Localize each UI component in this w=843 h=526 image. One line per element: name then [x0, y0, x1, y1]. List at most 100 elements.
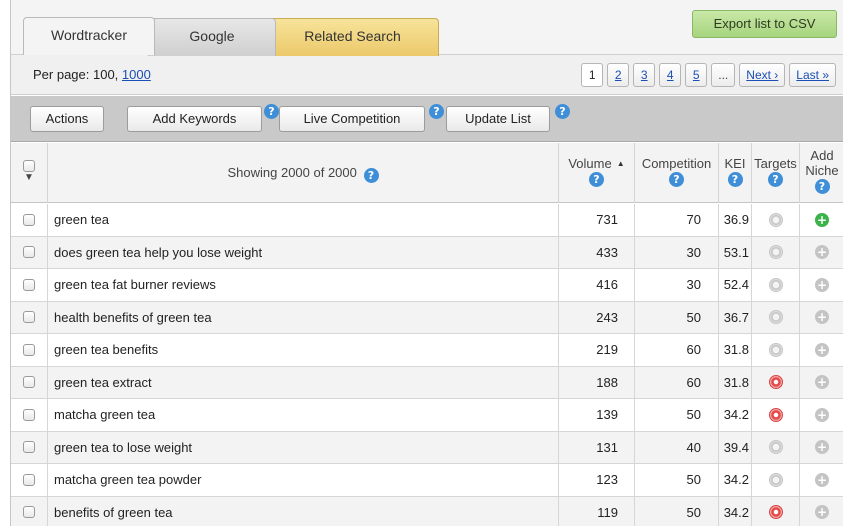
target-icon[interactable]	[768, 472, 783, 487]
add-niche-plus-icon[interactable]: +	[815, 245, 829, 260]
help-icon[interactable]: ?	[429, 104, 444, 119]
table-row: green tea benefits 219 60 31.8 +	[11, 334, 843, 367]
add-niche-plus-icon[interactable]: +	[815, 472, 829, 487]
add-niche-plus-icon[interactable]: +	[815, 505, 829, 520]
competition-column-header[interactable]: Competition ?	[635, 143, 719, 203]
page-1: 1	[581, 63, 604, 87]
tab-bar: Related Search Google Wordtracker Export…	[11, 0, 843, 56]
volume-column-header[interactable]: Volume ▲ ?	[559, 143, 635, 203]
target-cell	[752, 269, 800, 301]
target-icon[interactable]	[768, 375, 783, 390]
add-niche-plus-icon[interactable]: +	[815, 342, 829, 357]
targets-column-header[interactable]: Targets ?	[752, 143, 800, 203]
tab-google[interactable]: Google	[148, 18, 276, 56]
volume-cell: 139	[559, 399, 635, 431]
target-icon[interactable]	[768, 505, 783, 520]
target-icon[interactable]	[768, 277, 783, 292]
target-cell	[752, 366, 800, 398]
per-page-1000-link[interactable]: 1000	[122, 67, 151, 82]
competition-cell: 30	[635, 269, 719, 301]
niche-header-label: Niche	[805, 163, 839, 178]
keyword-cell: health benefits of green tea	[48, 301, 559, 333]
help-icon[interactable]: ?	[768, 172, 783, 187]
select-all-checkbox[interactable]	[23, 160, 35, 172]
add-niche-plus-icon[interactable]: +	[815, 310, 829, 325]
competition-cell: 60	[635, 366, 719, 398]
help-icon[interactable]: ?	[669, 172, 684, 187]
row-checkbox[interactable]	[23, 278, 35, 291]
add-niche-plus-icon[interactable]: +	[815, 440, 829, 455]
row-checkbox[interactable]	[23, 408, 35, 421]
help-icon[interactable]: ?	[264, 104, 279, 119]
row-checkbox[interactable]	[23, 246, 35, 259]
page-ellipsis: ...	[711, 63, 736, 87]
help-icon[interactable]: ?	[363, 168, 379, 183]
kei-cell: 36.9	[719, 204, 752, 236]
showing-count: Showing 2000 of 2000	[227, 165, 357, 180]
row-select-cell	[11, 464, 48, 496]
page-3[interactable]: 3	[633, 63, 656, 87]
select-all-column: ▼	[11, 143, 48, 203]
export-csv-button[interactable]: Export list to CSV	[692, 10, 837, 38]
target-icon[interactable]	[768, 245, 783, 260]
volume-cell: 416	[559, 269, 635, 301]
row-checkbox[interactable]	[23, 473, 35, 486]
keyword-cell: benefits of green tea	[48, 496, 559, 526]
keyword-column-header: Showing 2000 of 2000 ?	[48, 143, 559, 203]
row-checkbox[interactable]	[23, 441, 35, 454]
add-niche-plus-icon[interactable]: +	[815, 212, 829, 227]
update-list-button[interactable]: Update List	[446, 106, 550, 132]
row-select-cell	[11, 236, 48, 268]
target-cell	[752, 399, 800, 431]
volume-cell: 119	[559, 496, 635, 526]
row-checkbox[interactable]	[23, 343, 35, 356]
row-select-cell	[11, 431, 48, 463]
target-cell	[752, 496, 800, 526]
help-icon[interactable]: ?	[814, 179, 830, 194]
tab-related-search[interactable]: Related Search	[266, 18, 439, 56]
tab-wordtracker[interactable]: Wordtracker	[23, 17, 155, 55]
page-4[interactable]: 4	[659, 63, 682, 87]
target-icon[interactable]	[768, 310, 783, 325]
table-row: green tea extract 188 60 31.8 +	[11, 366, 843, 399]
page-last[interactable]: Last »	[789, 63, 836, 87]
target-cell	[752, 431, 800, 463]
actions-button[interactable]: Actions	[30, 106, 104, 132]
add-niche-plus-icon[interactable]: +	[815, 407, 829, 422]
pagination-bar: Per page: 100, 1000 1 2 3 4 5 ... Next ›…	[11, 55, 843, 95]
row-checkbox[interactable]	[23, 506, 35, 519]
row-checkbox[interactable]	[23, 376, 35, 389]
page-next[interactable]: Next ›	[739, 63, 786, 87]
add-niche-plus-icon[interactable]: +	[815, 277, 829, 292]
select-menu-arrow-icon[interactable]: ▼	[11, 173, 47, 183]
target-cell	[752, 334, 800, 366]
keyword-tool-panel: Related Search Google Wordtracker Export…	[10, 0, 843, 526]
live-competition-button[interactable]: Live Competition	[279, 106, 425, 132]
help-icon[interactable]: ?	[555, 104, 570, 119]
target-cell	[752, 464, 800, 496]
add-niche-cell: +	[800, 464, 843, 496]
kei-column-header[interactable]: KEI ?	[719, 143, 752, 203]
row-checkbox[interactable]	[23, 311, 35, 324]
competition-cell: 50	[635, 496, 719, 526]
kei-cell: 31.8	[719, 366, 752, 398]
add-niche-cell: +	[800, 367, 843, 399]
target-icon[interactable]	[768, 212, 783, 227]
target-icon[interactable]	[768, 440, 783, 455]
add-keywords-button[interactable]: Add Keywords	[127, 106, 262, 132]
page-5[interactable]: 5	[685, 63, 708, 87]
row-select-cell	[11, 399, 48, 431]
row-checkbox[interactable]	[23, 213, 35, 226]
page-2[interactable]: 2	[607, 63, 630, 87]
add-niche-cell: +	[800, 334, 843, 366]
add-niche-plus-icon[interactable]: +	[815, 375, 829, 390]
help-icon[interactable]: ?	[727, 172, 743, 187]
row-select-cell	[11, 269, 48, 301]
target-icon[interactable]	[768, 407, 783, 422]
target-cell	[752, 236, 800, 268]
volume-cell: 731	[559, 204, 635, 236]
table-row: green tea 731 70 36.9 +	[11, 204, 843, 237]
help-icon[interactable]: ?	[589, 172, 604, 187]
target-icon[interactable]	[768, 342, 783, 357]
kei-cell: 34.2	[719, 399, 752, 431]
